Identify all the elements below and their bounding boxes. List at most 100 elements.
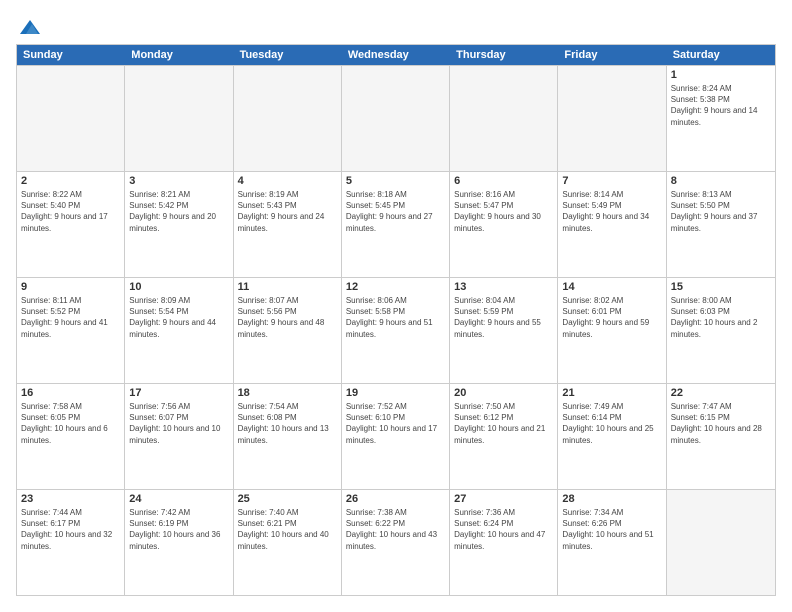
day-number: 14: [562, 281, 661, 293]
calendar-cell: 21Sunrise: 7:49 AMSunset: 6:14 PMDayligh…: [558, 384, 666, 489]
calendar-cell: 17 Sunrise: 7:56 AMSunset: 6:07 PMDayligh…: [125, 384, 233, 489]
calendar-cell: 24Sunrise: 7:42 AMSunset: 6:19 PMDayligh…: [125, 490, 233, 595]
calendar-cell: 9 Sunrise: 8:11 AMSunset: 5:52 PMDaylight…: [17, 278, 125, 383]
calendar-cell: [342, 66, 450, 171]
calendar-cell: 26Sunrise: 7:38 AMSunset: 6:22 PMDayligh…: [342, 490, 450, 595]
day-number: 25: [238, 493, 337, 505]
calendar-cell: 15Sunrise: 8:00 AMSunset: 6:03 PMDayligh…: [667, 278, 775, 383]
sun-info: Sunrise: 7:58 AMSunset: 6:05 PMDaylight:…: [21, 401, 120, 446]
day-number: 28: [562, 493, 661, 505]
day-header-friday: Friday: [558, 45, 666, 65]
calendar-body: 1 Sunrise: 8:24 AMSunset: 5:38 PMDaylight…: [17, 65, 775, 595]
day-number: 6: [454, 175, 553, 187]
sun-info: Sunrise: 7:56 AMSunset: 6:07 PMDaylight:…: [129, 401, 228, 446]
day-header-thursday: Thursday: [450, 45, 558, 65]
day-header-wednesday: Wednesday: [342, 45, 450, 65]
logo-icon: [18, 16, 42, 40]
day-number: 23: [21, 493, 120, 505]
calendar-cell: [667, 490, 775, 595]
calendar-cell: 6 Sunrise: 8:16 AMSunset: 5:47 PMDaylight…: [450, 172, 558, 277]
day-number: 9: [21, 281, 120, 293]
sun-info: Sunrise: 7:52 AMSunset: 6:10 PMDaylight:…: [346, 401, 445, 446]
sun-info: Sunrise: 8:02 AMSunset: 6:01 PMDaylight:…: [562, 295, 661, 340]
calendar-cell: 25 Sunrise: 7:40 AMSunset: 6:21 PMDayligh…: [234, 490, 342, 595]
calendar-cell: [558, 66, 666, 171]
sun-info: Sunrise: 8:14 AMSunset: 5:49 PMDaylight:…: [562, 189, 661, 234]
sun-info: Sunrise: 8:18 AMSunset: 5:45 PMDaylight:…: [346, 189, 445, 234]
calendar-header: SundayMondayTuesdayWednesdayThursdayFrid…: [17, 45, 775, 65]
day-header-monday: Monday: [125, 45, 233, 65]
sun-info: Sunrise: 7:34 AMSunset: 6:26 PMDaylight:…: [562, 507, 661, 552]
day-number: 7: [562, 175, 661, 187]
calendar-row-1: 1 Sunrise: 8:24 AMSunset: 5:38 PMDaylight…: [17, 65, 775, 171]
calendar-cell: [125, 66, 233, 171]
sun-info: Sunrise: 8:16 AMSunset: 5:47 PMDaylight:…: [454, 189, 553, 234]
calendar-cell: 2 Sunrise: 8:22 AMSunset: 5:40 PMDaylight…: [17, 172, 125, 277]
sun-info: Sunrise: 8:19 AMSunset: 5:43 PMDaylight:…: [238, 189, 337, 234]
sun-info: Sunrise: 8:09 AMSunset: 5:54 PMDaylight:…: [129, 295, 228, 340]
sun-info: Sunrise: 7:36 AMSunset: 6:24 PMDaylight:…: [454, 507, 553, 552]
sun-info: Sunrise: 8:21 AMSunset: 5:42 PMDaylight:…: [129, 189, 228, 234]
calendar-cell: 27 Sunrise: 7:36 AMSunset: 6:24 PMDayligh…: [450, 490, 558, 595]
sun-info: Sunrise: 7:50 AMSunset: 6:12 PMDaylight:…: [454, 401, 553, 446]
calendar-cell: 18 Sunrise: 7:54 AMSunset: 6:08 PMDayligh…: [234, 384, 342, 489]
sun-info: Sunrise: 8:06 AMSunset: 5:58 PMDaylight:…: [346, 295, 445, 340]
sun-info: Sunrise: 7:38 AMSunset: 6:22 PMDaylight:…: [346, 507, 445, 552]
day-header-sunday: Sunday: [17, 45, 125, 65]
day-number: 22: [671, 387, 771, 399]
calendar-cell: [450, 66, 558, 171]
day-number: 1: [671, 69, 771, 81]
calendar-cell: 10 Sunrise: 8:09 AMSunset: 5:54 PMDayligh…: [125, 278, 233, 383]
day-number: 5: [346, 175, 445, 187]
sun-info: Sunrise: 7:54 AMSunset: 6:08 PMDaylight:…: [238, 401, 337, 446]
calendar-cell: 8Sunrise: 8:13 AMSunset: 5:50 PMDaylight…: [667, 172, 775, 277]
calendar-cell: 16 Sunrise: 7:58 AMSunset: 6:05 PMDayligh…: [17, 384, 125, 489]
calendar-row-2: 2 Sunrise: 8:22 AMSunset: 5:40 PMDaylight…: [17, 171, 775, 277]
day-number: 3: [129, 175, 228, 187]
calendar-cell: 23 Sunrise: 7:44 AMSunset: 6:17 PMDayligh…: [17, 490, 125, 595]
calendar-cell: [234, 66, 342, 171]
calendar-cell: 7 Sunrise: 8:14 AMSunset: 5:49 PMDaylight…: [558, 172, 666, 277]
sun-info: Sunrise: 7:47 AMSunset: 6:15 PMDaylight:…: [671, 401, 771, 446]
day-number: 2: [21, 175, 120, 187]
day-number: 10: [129, 281, 228, 293]
day-header-tuesday: Tuesday: [234, 45, 342, 65]
sun-info: Sunrise: 7:44 AMSunset: 6:17 PMDaylight:…: [21, 507, 120, 552]
calendar-cell: 20 Sunrise: 7:50 AMSunset: 6:12 PMDayligh…: [450, 384, 558, 489]
sun-info: Sunrise: 8:24 AMSunset: 5:38 PMDaylight:…: [671, 83, 771, 128]
day-number: 20: [454, 387, 553, 399]
calendar-cell: 13 Sunrise: 8:04 AMSunset: 5:59 PMDayligh…: [450, 278, 558, 383]
sun-info: Sunrise: 8:07 AMSunset: 5:56 PMDaylight:…: [238, 295, 337, 340]
header: [16, 16, 776, 36]
sun-info: Sunrise: 8:22 AMSunset: 5:40 PMDaylight:…: [21, 189, 120, 234]
calendar-cell: 5 Sunrise: 8:18 AMSunset: 5:45 PMDaylight…: [342, 172, 450, 277]
calendar-cell: 11 Sunrise: 8:07 AMSunset: 5:56 PMDayligh…: [234, 278, 342, 383]
calendar-cell: 12 Sunrise: 8:06 AMSunset: 5:58 PMDayligh…: [342, 278, 450, 383]
calendar-cell: 28 Sunrise: 7:34 AMSunset: 6:26 PMDayligh…: [558, 490, 666, 595]
calendar-cell: 22 Sunrise: 7:47 AMSunset: 6:15 PMDayligh…: [667, 384, 775, 489]
day-number: 27: [454, 493, 553, 505]
page: SundayMondayTuesdayWednesdayThursdayFrid…: [0, 0, 792, 612]
day-number: 8: [671, 175, 771, 187]
calendar-row-4: 16 Sunrise: 7:58 AMSunset: 6:05 PMDayligh…: [17, 383, 775, 489]
day-number: 12: [346, 281, 445, 293]
calendar-cell: 19Sunrise: 7:52 AMSunset: 6:10 PMDayligh…: [342, 384, 450, 489]
day-number: 11: [238, 281, 337, 293]
calendar-cell: [17, 66, 125, 171]
calendar-cell: 14 Sunrise: 8:02 AMSunset: 6:01 PMDayligh…: [558, 278, 666, 383]
calendar-row-5: 23 Sunrise: 7:44 AMSunset: 6:17 PMDayligh…: [17, 489, 775, 595]
sun-info: Sunrise: 7:42 AMSunset: 6:19 PMDaylight:…: [129, 507, 228, 552]
sun-info: Sunrise: 8:04 AMSunset: 5:59 PMDaylight:…: [454, 295, 553, 340]
day-number: 13: [454, 281, 553, 293]
day-number: 18: [238, 387, 337, 399]
calendar-cell: 4Sunrise: 8:19 AMSunset: 5:43 PMDaylight…: [234, 172, 342, 277]
sun-info: Sunrise: 8:11 AMSunset: 5:52 PMDaylight:…: [21, 295, 120, 340]
calendar-cell: 3 Sunrise: 8:21 AMSunset: 5:42 PMDaylight…: [125, 172, 233, 277]
day-number: 17: [129, 387, 228, 399]
calendar-cell: 1 Sunrise: 8:24 AMSunset: 5:38 PMDaylight…: [667, 66, 775, 171]
sun-info: Sunrise: 7:40 AMSunset: 6:21 PMDaylight:…: [238, 507, 337, 552]
day-number: 15: [671, 281, 771, 293]
day-number: 21: [562, 387, 661, 399]
day-number: 16: [21, 387, 120, 399]
calendar-row-3: 9 Sunrise: 8:11 AMSunset: 5:52 PMDaylight…: [17, 277, 775, 383]
